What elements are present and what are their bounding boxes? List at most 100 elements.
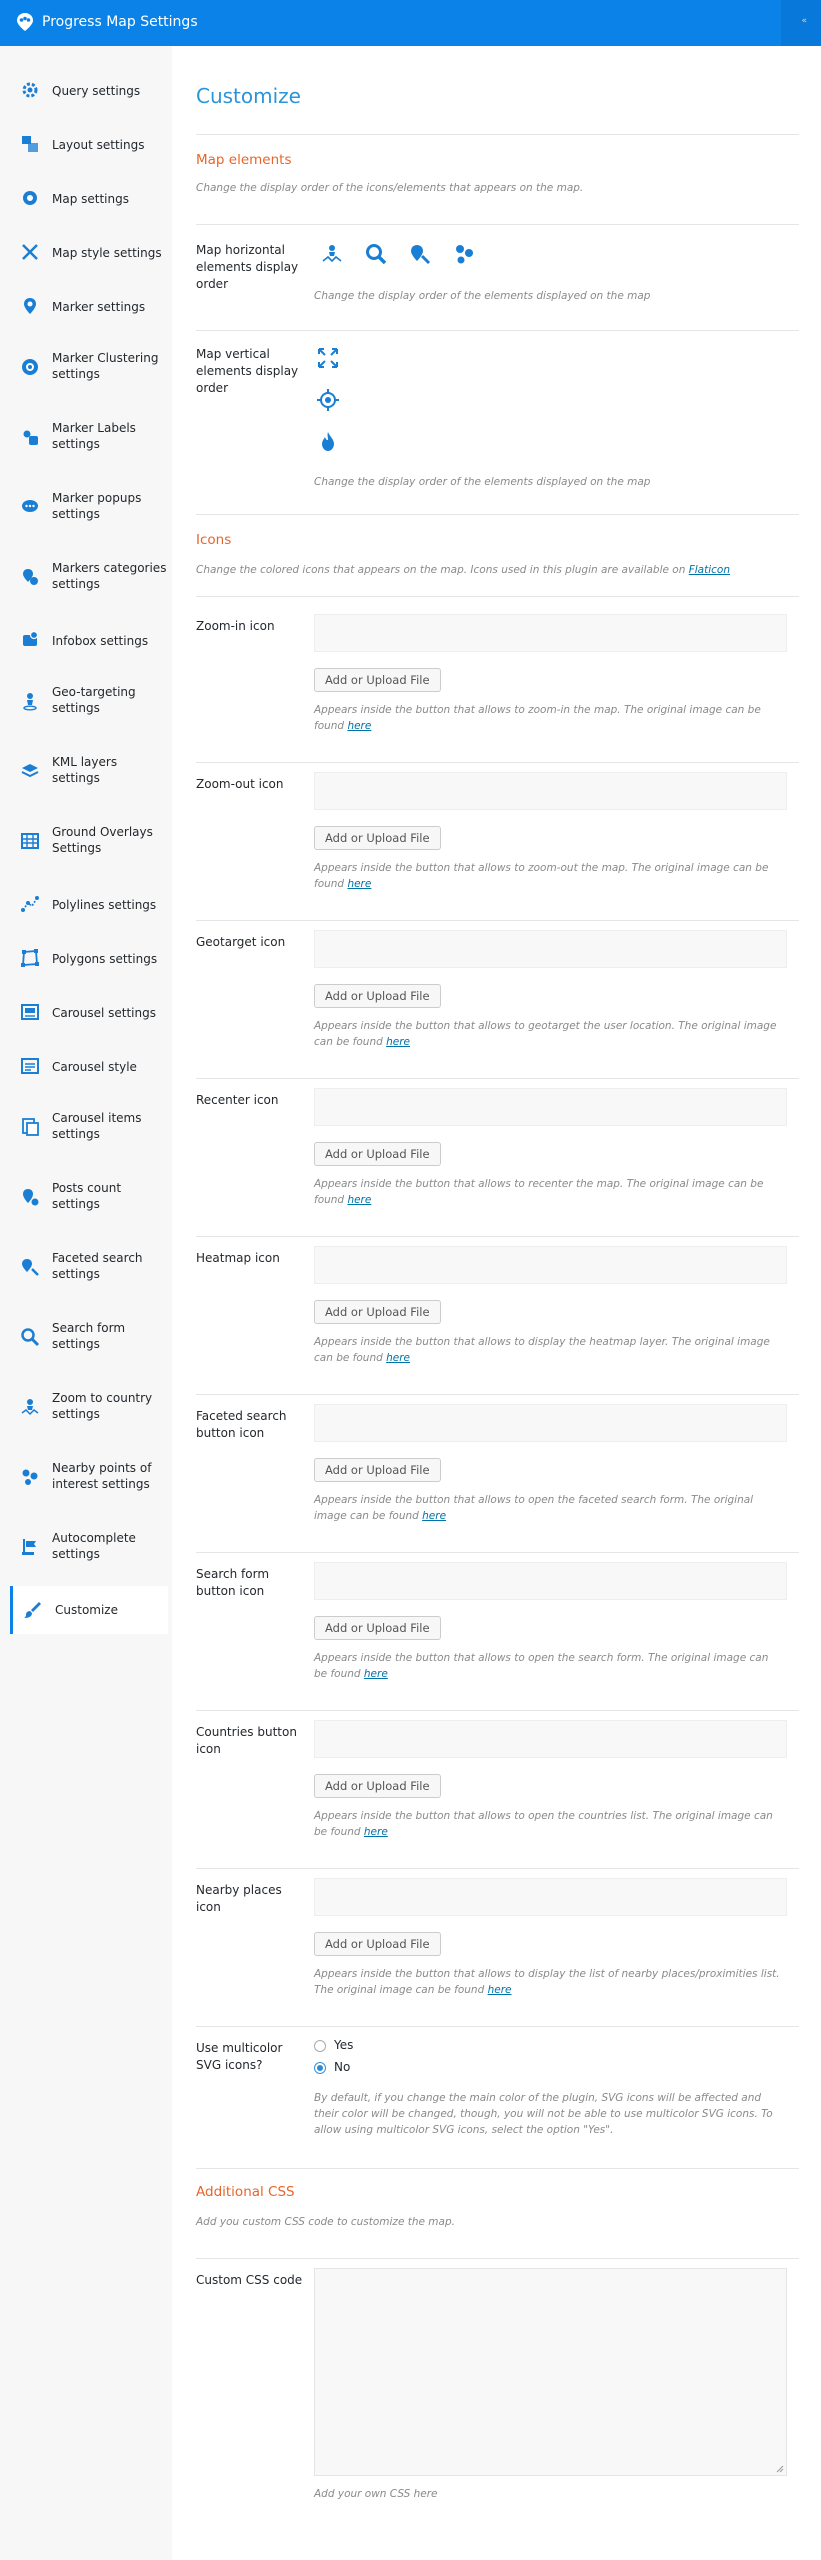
- sidebar-item-label: Polygons settings: [52, 952, 158, 966]
- recenter-upload-button[interactable]: Add or Upload File: [314, 1142, 441, 1166]
- faceted-search-here-link[interactable]: here: [422, 1510, 446, 1522]
- sidebar-item-faceted-search-settings[interactable]: Faceted search settings: [10, 1240, 165, 1294]
- sidebar-item-map-style-settings[interactable]: Map style settings: [10, 232, 165, 274]
- zoom-out-upload-button[interactable]: Add or Upload File: [314, 826, 441, 850]
- field-label-search-form-icon: Search form button icon: [196, 1567, 270, 1598]
- heatmap-icon-input[interactable]: [314, 1246, 787, 1284]
- sidebar-item-customize[interactable]: Customize: [10, 1586, 168, 1634]
- sidebar-item-markers-categories-settings[interactable]: Markers categories settings: [10, 550, 166, 604]
- divider: [196, 330, 799, 331]
- field-label-geotarget-icon: Geotarget icon: [196, 935, 286, 949]
- multicolor-yes-radio[interactable]: Yes: [314, 2038, 353, 2052]
- custom-css-textarea[interactable]: [314, 2268, 787, 2476]
- sidebar-item-layout-settings[interactable]: Layout settings: [10, 124, 165, 166]
- autocomplete-icon: [22, 1539, 36, 1555]
- sidebar-item-posts-count-settings[interactable]: Posts count settings: [10, 1170, 165, 1224]
- fullscreen-icon[interactable]: [316, 346, 340, 370]
- search-form-upload-button[interactable]: Add or Upload File: [314, 1616, 441, 1640]
- heatmap-upload-button[interactable]: Add or Upload File: [314, 1300, 441, 1324]
- heatmap-icon[interactable]: [316, 430, 340, 454]
- sidebar-item-nearby-points-settings[interactable]: Nearby points of interest settings: [10, 1450, 165, 1504]
- sidebar-item-ground-overlays-settings[interactable]: Ground Overlays Settings: [10, 814, 165, 868]
- sidebar-item-label: Map settings: [52, 192, 129, 206]
- carousel-icon: [21, 1004, 39, 1020]
- countries-upload-button[interactable]: Add or Upload File: [314, 1774, 441, 1798]
- faceted-search-icon[interactable]: [408, 242, 432, 266]
- sidebar-item-carousel-items-settings[interactable]: Carousel items settings: [10, 1100, 165, 1154]
- marker-icon: [24, 298, 36, 314]
- sidebar-item-autocomplete-settings[interactable]: Autocomplete settings: [10, 1520, 165, 1574]
- divider: [196, 920, 799, 921]
- cluster-icon: [22, 359, 38, 375]
- multicolor-no-radio[interactable]: No: [314, 2060, 350, 2074]
- nearby-places-here-link[interactable]: here: [488, 1984, 512, 1996]
- sidebar-item-label: Posts count settings: [52, 1181, 122, 1211]
- sidebar-item-carousel-settings[interactable]: Carousel settings: [10, 992, 165, 1034]
- zoom-in-upload-button[interactable]: Add or Upload File: [314, 668, 441, 692]
- zoom-country-icon[interactable]: [320, 242, 344, 266]
- heatmap-here-link[interactable]: here: [386, 1352, 410, 1364]
- geotarget-icon[interactable]: [316, 388, 340, 412]
- faceted-search-icon: [22, 1259, 39, 1276]
- page-title: Customize: [196, 84, 301, 108]
- sidebar-item-marker-settings[interactable]: Marker settings: [10, 286, 165, 328]
- nearby-icon[interactable]: [452, 242, 476, 266]
- nearby-places-upload-button[interactable]: Add or Upload File: [314, 1932, 441, 1956]
- sidebar-item-marker-labels-settings[interactable]: Marker Labels settings: [10, 410, 165, 464]
- zoom-out-icon-input[interactable]: [314, 772, 787, 810]
- search-form-here-link[interactable]: here: [364, 1668, 388, 1680]
- zoom-out-here-link[interactable]: here: [347, 878, 371, 890]
- search-form-icon-input[interactable]: [314, 1562, 787, 1600]
- geotarget-here-link[interactable]: here: [386, 1036, 410, 1048]
- sidebar-item-carousel-style[interactable]: Carousel style: [10, 1046, 165, 1088]
- nearby-places-icon-input[interactable]: [314, 1878, 787, 1916]
- field-label-horizontal-order: Map horizontal elements display order: [196, 243, 299, 291]
- sidebar-item-map-settings[interactable]: Map settings: [10, 178, 165, 220]
- sidebar-item-query-settings[interactable]: Query settings: [10, 70, 165, 112]
- geotarget-upload-button[interactable]: Add or Upload File: [314, 984, 441, 1008]
- recenter-icon-input[interactable]: [314, 1088, 787, 1126]
- collapse-button[interactable]: «: [781, 0, 821, 46]
- sidebar-item-label: Marker Clustering settings: [52, 351, 159, 381]
- carousel-style-icon: [21, 1058, 39, 1074]
- section-title-icons: Icons: [196, 532, 232, 548]
- sidebar-item-geo-targeting-settings[interactable]: Geo-targeting settings: [10, 674, 165, 728]
- field-desc-faceted-search-icon: Appears inside the button that allows to…: [314, 1494, 754, 1522]
- sidebar-item-label: Ground Overlays Settings: [52, 825, 153, 855]
- flaticon-link[interactable]: Flaticon: [689, 564, 730, 576]
- sidebar-item-label: Carousel items settings: [52, 1111, 142, 1141]
- field-label-multicolor-svg: Use multicolor SVG icons?: [196, 2041, 283, 2072]
- sidebar-item-zoom-to-country-settings[interactable]: Zoom to country settings: [10, 1380, 165, 1434]
- zoom-in-here-link[interactable]: here: [347, 720, 371, 732]
- sidebar-item-search-form-settings[interactable]: Search form settings: [10, 1310, 165, 1364]
- recenter-here-link[interactable]: here: [347, 1194, 371, 1206]
- resize-grip-icon[interactable]: [776, 2465, 784, 2473]
- progress-map-logo-icon: [17, 13, 33, 31]
- geotarget-icon-input[interactable]: [314, 930, 787, 968]
- section-title-additional-css: Additional CSS: [196, 2184, 295, 2200]
- sidebar-item-marker-popups-settings[interactable]: Marker popups settings: [10, 480, 165, 534]
- sidebar-item-label: Map style settings: [52, 246, 162, 260]
- sidebar-item-label: Faceted search settings: [52, 1251, 143, 1281]
- radio-yes-dot: [314, 2039, 326, 2052]
- faceted-search-icon-input[interactable]: [314, 1404, 787, 1442]
- sidebar-item-marker-clustering-settings[interactable]: Marker Clustering settings: [10, 340, 165, 394]
- sidebar-item-polylines-settings[interactable]: Polylines settings: [10, 884, 165, 926]
- sidebar-item-polygons-settings[interactable]: Polygons settings: [10, 938, 165, 980]
- faceted-search-upload-button[interactable]: Add or Upload File: [314, 1458, 441, 1482]
- search-icon[interactable]: [364, 242, 388, 266]
- sidebar-item-kml-layers-settings[interactable]: KML layers settings: [10, 744, 165, 798]
- zoom-in-icon-input[interactable]: [314, 614, 787, 652]
- divider: [196, 1394, 799, 1395]
- divider: [196, 762, 799, 763]
- section-desc-map-elements: Change the display order of the icons/el…: [196, 182, 584, 194]
- divider: [196, 224, 799, 225]
- sidebar-item-infobox-settings[interactable]: Infobox settings: [10, 620, 165, 662]
- sidebar-item-label: Marker popups settings: [52, 491, 142, 521]
- field-label-recenter-icon: Recenter icon: [196, 1093, 279, 1107]
- field-label-vertical-order: Map vertical elements display order: [196, 347, 299, 395]
- section-desc-additional-css: Add you custom CSS code to customize the…: [196, 2216, 455, 2228]
- countries-icon-input[interactable]: [314, 1720, 787, 1758]
- field-label-countries-icon: Countries button icon: [196, 1725, 297, 1756]
- countries-here-link[interactable]: here: [364, 1826, 388, 1838]
